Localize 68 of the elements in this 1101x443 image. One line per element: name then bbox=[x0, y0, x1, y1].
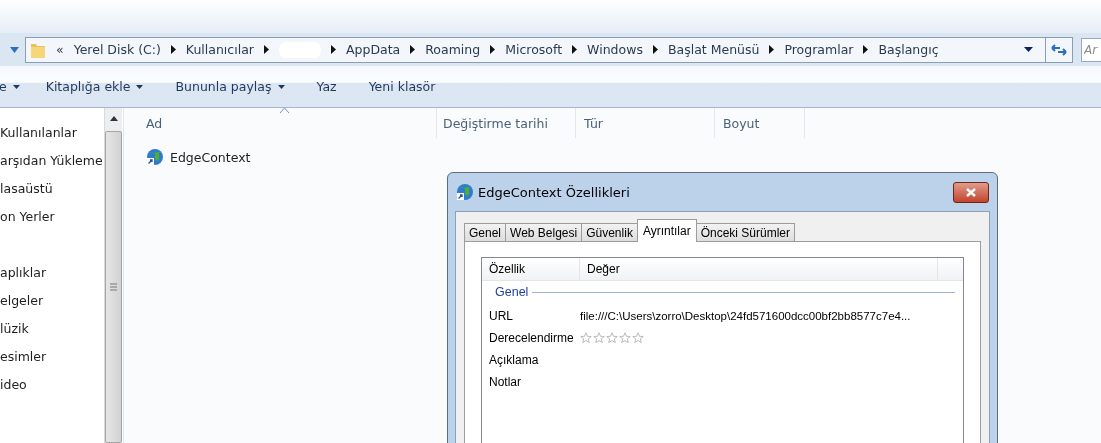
toolbar-button[interactable]: e bbox=[0, 79, 20, 94]
breadcrumb-item[interactable]: Başlangıç bbox=[878, 42, 939, 57]
property-value: file:///C:\Users\zorro\Desktop\24fd571600dcc00bf2bb8577c7e4... bbox=[580, 310, 911, 322]
star-icon bbox=[632, 332, 644, 344]
toolbar-button[interactable]: Yaz bbox=[316, 79, 337, 94]
chevron-icon[interactable] bbox=[572, 45, 578, 54]
star-icon bbox=[619, 332, 631, 344]
sidebar-item[interactable]: arşıdan Yükleme bbox=[0, 153, 104, 181]
tab[interactable]: Ayrıntılar bbox=[636, 219, 697, 242]
breadcrumb-item[interactable]: Yerel Disk (C:) bbox=[73, 42, 161, 57]
sidebar-item[interactable]: elgeler bbox=[0, 293, 104, 321]
sidebar-item[interactable]: esimler bbox=[0, 349, 104, 377]
toolbar-button[interactable]: Yeni klasör bbox=[368, 79, 436, 94]
address-bar[interactable]: « Yerel Disk (C:) Kullanıcılar AppData Roaming Microsoft Windows Başlat Menüsü Programlar Başlangıç bbox=[25, 36, 1073, 63]
property-name: URL bbox=[489, 309, 514, 323]
chevron-icon[interactable] bbox=[263, 45, 269, 54]
search-field[interactable]: Ar bbox=[1081, 37, 1101, 62]
breadcrumb-item[interactable]: Programlar bbox=[784, 42, 854, 57]
globe-shortcut-icon bbox=[146, 148, 164, 166]
property-name: Açıklama bbox=[489, 353, 540, 367]
toolbar-button[interactable]: Bununla paylaş bbox=[175, 79, 285, 94]
close-button[interactable] bbox=[953, 181, 989, 203]
close-icon bbox=[966, 187, 976, 197]
file-item[interactable]: EdgeContext bbox=[146, 148, 251, 166]
property-name: Notlar bbox=[489, 375, 522, 389]
chevron-icon[interactable] bbox=[410, 45, 416, 54]
star-icon bbox=[593, 332, 605, 344]
column-header[interactable]: Boyut bbox=[715, 108, 805, 138]
chevron-icon[interactable] bbox=[330, 45, 336, 54]
column-header[interactable]: Tür bbox=[576, 108, 715, 138]
toolbar-button[interactable]: Kitaplığa ekle bbox=[45, 79, 144, 94]
dropdown-arrow-icon[interactable] bbox=[1024, 47, 1033, 52]
column-header[interactable]: Değiştirme tarihi bbox=[437, 108, 576, 138]
grip-icon bbox=[110, 283, 117, 291]
star-icon bbox=[580, 332, 592, 344]
breadcrumb-item[interactable]: Kullanıcılar bbox=[185, 42, 254, 57]
column-header[interactable]: Değer bbox=[580, 258, 938, 280]
dialog-title: EdgeContext Özellikleri bbox=[478, 184, 630, 200]
chevron-icon[interactable] bbox=[490, 45, 496, 54]
breadcrumb-item[interactable]: AppData bbox=[345, 42, 401, 57]
sidebar-item[interactable]: lüzik bbox=[0, 321, 104, 349]
group-header: Genel bbox=[495, 285, 529, 299]
column-header[interactable]: Ad bbox=[124, 108, 437, 138]
breadcrumb-item[interactable]: Microsoft bbox=[505, 42, 563, 57]
star-icon bbox=[606, 332, 618, 344]
breadcrumb-item[interactable]: Windows bbox=[587, 42, 643, 57]
breadcrumb-item[interactable]: Başlat Menüsü bbox=[667, 42, 760, 57]
chevron-icon[interactable] bbox=[652, 45, 658, 54]
caret-icon bbox=[277, 84, 285, 89]
column-header[interactable]: Özellik bbox=[482, 258, 580, 280]
sidebar-item[interactable]: Kullanılanlar bbox=[0, 125, 104, 153]
property-name: Derecelendirme bbox=[489, 331, 575, 345]
chevron-icon[interactable] bbox=[170, 45, 176, 54]
breadcrumb-overflow[interactable]: « bbox=[56, 42, 64, 57]
scroll-up-icon[interactable] bbox=[109, 116, 118, 121]
caret-icon bbox=[12, 84, 20, 89]
globe-shortcut-icon bbox=[456, 183, 474, 201]
breadcrumb-item[interactable]: Roaming bbox=[425, 42, 481, 57]
caret-icon bbox=[136, 84, 144, 89]
sidebar-item[interactable]: on Yerler bbox=[0, 209, 104, 237]
sidebar-item[interactable]: lasaüstü bbox=[0, 181, 104, 209]
star-rating[interactable] bbox=[580, 332, 644, 344]
tab[interactable]: Güvenlik bbox=[581, 223, 638, 242]
sidebar-item[interactable]: ideo bbox=[0, 377, 104, 405]
sidebar-item[interactable]: aplıklar bbox=[0, 265, 104, 293]
chevron-icon[interactable] bbox=[769, 45, 775, 54]
refresh-icon bbox=[1051, 42, 1067, 57]
chevron-icon[interactable] bbox=[863, 45, 869, 54]
